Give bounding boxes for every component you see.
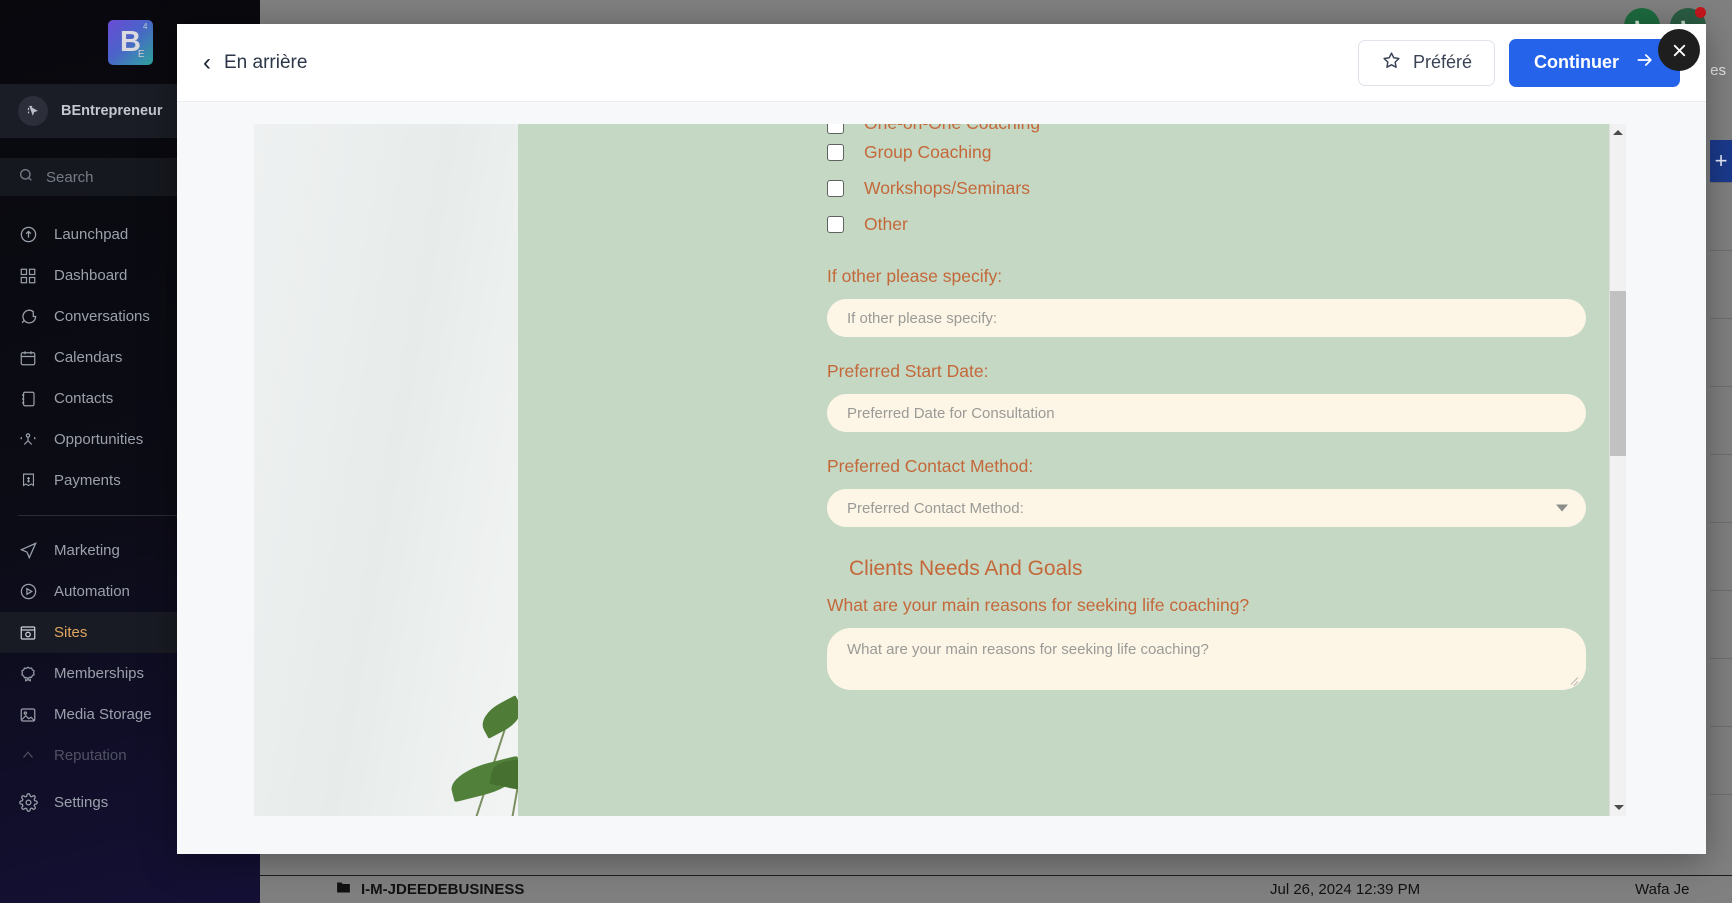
rocket-icon [18, 225, 38, 245]
sidebar-label: Dashboard [54, 267, 128, 284]
modal-header: ‹ En arrière Préféré Continuer [177, 24, 1706, 102]
label-preferred-start-date: Preferred Start Date: [827, 361, 989, 381]
browser-window-icon [18, 623, 38, 643]
chevron-down-icon [1556, 504, 1568, 512]
background-grid-column [1710, 182, 1732, 903]
preview-scrollbar[interactable] [1609, 124, 1626, 816]
play-circle-icon [18, 582, 38, 602]
checkbox-group-coaching[interactable] [827, 143, 844, 161]
sidebar-label: Payments [54, 472, 121, 489]
file-date: Jul 26, 2024 12:39 PM [1270, 881, 1421, 898]
close-icon[interactable] [1658, 29, 1700, 71]
image-icon [18, 705, 38, 725]
input-placeholder: If other please specify: [847, 309, 998, 327]
sidebar-label: Sites [54, 624, 88, 641]
contacts-book-icon [18, 389, 38, 409]
funnel-icon [18, 430, 38, 450]
account-name: BEntrepreneur [61, 103, 163, 119]
input-if-other[interactable]: If other please specify: [827, 299, 1586, 337]
file-name: I-M-JDEEDEBUSINESS [361, 881, 525, 898]
checkbox-one-on-one[interactable] [827, 124, 844, 134]
form-panel: One-on-One Coaching Group Coaching Works… [531, 124, 1626, 816]
template-preview-modal: ‹ En arrière Préféré Continuer Group Coa… [177, 24, 1706, 854]
table-row[interactable]: I-M-JDEEDEBUSINESS Jul 26, 2024 12:39 PM… [260, 875, 1732, 903]
star-icon [1381, 50, 1402, 76]
continue-label: Continuer [1534, 52, 1619, 72]
checkbox-other[interactable] [827, 215, 844, 233]
sidebar-label: Automation [54, 583, 130, 600]
textarea-placeholder: What are your main reasons for seeking l… [847, 641, 1209, 658]
favorite-button[interactable]: Préféré [1357, 39, 1495, 86]
calendar-icon [18, 348, 38, 368]
paper-plane-icon [18, 541, 38, 561]
decorative-photo [254, 124, 531, 816]
sidebar-label: Contacts [54, 390, 114, 407]
template-preview-frame: One-on-One Coaching Group Coaching Works… [254, 124, 1626, 816]
checkbox-label: Workshops/Seminars [864, 177, 1030, 198]
modal-header-actions: Préféré Continuer [1357, 38, 1680, 87]
file-name-cell: I-M-JDEEDEBUSINESS [335, 879, 524, 900]
checkbox-option-one-on-one[interactable]: One-on-One Coaching [827, 124, 1586, 134]
textarea-main-reasons[interactable]: What are your main reasons for seeking l… [827, 628, 1586, 690]
continue-button[interactable]: Continuer [1509, 38, 1680, 87]
scroll-down-arrow[interactable] [1610, 799, 1626, 816]
file-user: Wafa Je [1635, 881, 1690, 898]
label-if-other: If other please specify: [827, 266, 1003, 286]
scrollbar-thumb[interactable] [1610, 291, 1626, 456]
resize-handle[interactable] [1568, 674, 1579, 687]
checkbox-workshops[interactable] [827, 179, 844, 197]
badge-icon [18, 664, 38, 684]
sidebar-label: Reputation [54, 747, 127, 764]
label-preferred-contact-method: Preferred Contact Method: [827, 456, 1034, 476]
add-button[interactable]: + [1710, 140, 1732, 182]
modal-body: One-on-One Coaching Group Coaching Works… [177, 102, 1706, 854]
cursor-click-icon [18, 96, 48, 126]
gear-icon [18, 793, 38, 813]
chat-bubble-icon [18, 307, 38, 327]
form-content: One-on-One Coaching Group Coaching Works… [531, 124, 1626, 690]
scroll-up-arrow[interactable] [1610, 124, 1626, 141]
checkbox-option-workshops[interactable]: Workshops/Seminars [827, 170, 1586, 206]
checkbox-label: One-on-One Coaching [864, 124, 1040, 134]
checkbox-label: Group Coaching [864, 141, 992, 162]
star-up-icon [18, 746, 38, 766]
background-right-label: es [1710, 62, 1726, 79]
checkbox-option-other[interactable]: Other [827, 206, 1586, 242]
grid-icon [18, 266, 38, 286]
checkbox-option-group-coaching[interactable]: Group Coaching [827, 134, 1586, 170]
search-icon [18, 167, 34, 188]
input-preferred-start-date[interactable]: Preferred Date for Consultation [827, 394, 1586, 432]
sidebar-label: Opportunities [54, 431, 144, 448]
sidebar-label: Settings [54, 794, 109, 811]
input-placeholder: Preferred Date for Consultation [847, 404, 1055, 422]
section-title-clients-needs: Clients Needs And Goals [849, 557, 1083, 580]
folder-icon [335, 879, 352, 900]
logo-superscript: 4 [143, 21, 148, 31]
notification-dot [1695, 7, 1706, 18]
sidebar-label: Calendars [54, 349, 123, 366]
favorite-label: Préféré [1412, 52, 1472, 72]
select-placeholder: Preferred Contact Method: [847, 499, 1024, 517]
back-button[interactable]: ‹ En arrière [203, 48, 308, 76]
chevron-left-icon: ‹ [203, 48, 211, 76]
sidebar-label: Conversations [54, 308, 150, 325]
sidebar-label: Media Storage [54, 706, 152, 723]
select-preferred-contact-method[interactable]: Preferred Contact Method: [827, 489, 1586, 527]
label-main-reasons: What are your main reasons for seeking l… [827, 595, 1250, 615]
sidebar-label: Launchpad [54, 226, 129, 243]
logo-sub: E [137, 48, 145, 60]
arrow-right-icon [1635, 50, 1655, 75]
receipt-icon [18, 471, 38, 491]
sidebar-label: Marketing [54, 542, 120, 559]
checkbox-label: Other [864, 213, 908, 234]
sidebar-label: Memberships [54, 665, 145, 682]
back-label: En arrière [224, 51, 308, 73]
